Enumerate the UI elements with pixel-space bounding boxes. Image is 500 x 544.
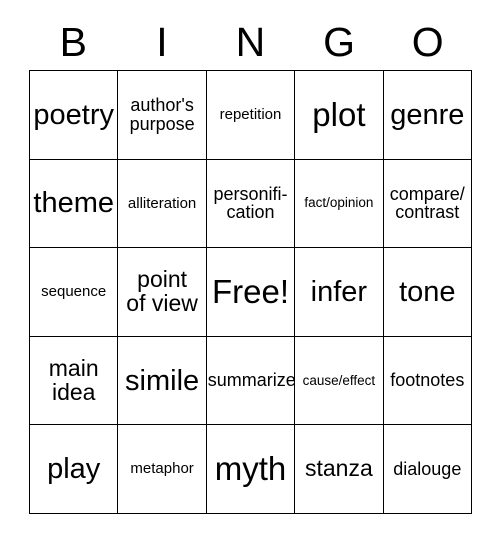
bingo-cell-r1c5[interactable]: genre: [383, 71, 472, 160]
bingo-cell-r4c4[interactable]: cause/effect: [295, 336, 384, 426]
bingo-cell-r3c4[interactable]: infer: [295, 248, 384, 337]
bingo-cell-r4c3[interactable]: summarize: [206, 336, 296, 426]
bingo-cell-r5c2[interactable]: metaphor: [118, 425, 207, 514]
bingo-grid: poetry author's purpose repetition plot …: [29, 70, 472, 514]
bingo-header-row: B I N G O: [29, 14, 472, 70]
bingo-header-letter-g: G: [323, 18, 356, 65]
bingo-cell-label: plot: [312, 95, 366, 133]
bingo-cell-r1c1[interactable]: poetry: [30, 71, 119, 160]
bingo-cell-r1c3[interactable]: repetition: [206, 71, 296, 160]
bingo-cell-label: genre: [390, 98, 465, 131]
bingo-cell-label: cause/effect: [302, 372, 376, 388]
bingo-cell-r3c1[interactable]: sequence: [30, 248, 119, 337]
bingo-cell-label: stanza: [305, 455, 373, 482]
bingo-cell-r2c1[interactable]: theme: [30, 159, 119, 249]
bingo-cell-r5c5[interactable]: dialouge: [383, 425, 472, 514]
bingo-cell-r2c5[interactable]: compare/ contrast: [383, 159, 472, 249]
bingo-cell-label: summarize: [207, 370, 296, 391]
bingo-cell-label: sequence: [41, 283, 107, 301]
bingo-cell-label: alliteration: [127, 194, 197, 212]
bingo-cell-label: infer: [310, 275, 368, 308]
bingo-cell-r1c2[interactable]: author's purpose: [118, 71, 207, 160]
bingo-header-letter-o: O: [411, 18, 444, 65]
bingo-cell-label: poetry: [33, 98, 114, 131]
bingo-cell-r2c4[interactable]: fact/opinion: [295, 159, 384, 249]
bingo-header-letter-i: I: [156, 18, 168, 65]
bingo-cell-free-space[interactable]: Free!: [206, 248, 296, 337]
bingo-card: B I N G O poetry author's purpose repeti…: [0, 0, 500, 544]
bingo-cell-label: Free!: [211, 272, 289, 310]
bingo-cell-label: footnotes: [390, 370, 465, 391]
bingo-cell-label: author's purpose: [129, 95, 195, 134]
bingo-cell-r5c3[interactable]: myth: [206, 425, 296, 514]
bingo-cell-label: play: [47, 453, 101, 486]
bingo-header-letter-n: N: [235, 18, 266, 65]
bingo-cell-r5c4[interactable]: stanza: [295, 425, 384, 514]
bingo-cell-r2c3[interactable]: personifi- cation: [206, 159, 296, 249]
bingo-cell-label: personifi- cation: [213, 183, 288, 223]
bingo-cell-r4c5[interactable]: footnotes: [383, 336, 472, 426]
bingo-cell-label: simile: [125, 364, 200, 397]
bingo-cell-r4c2[interactable]: simile: [118, 336, 207, 426]
bingo-cell-r3c5[interactable]: tone: [383, 248, 472, 337]
bingo-header-letter-b: B: [59, 18, 87, 65]
bingo-cell-r4c1[interactable]: main idea: [30, 336, 119, 426]
bingo-cell-r5c1[interactable]: play: [30, 425, 119, 514]
bingo-cell-r2c2[interactable]: alliteration: [118, 159, 207, 249]
bingo-cell-label: compare/ contrast: [389, 183, 465, 223]
bingo-cell-r3c2[interactable]: point of view: [118, 248, 207, 337]
bingo-cell-label: tone: [399, 275, 456, 308]
bingo-cell-label: fact/opinion: [304, 195, 374, 211]
bingo-cell-label: main idea: [48, 354, 99, 405]
bingo-cell-label: metaphor: [130, 460, 194, 478]
bingo-cell-label: dialouge: [393, 458, 462, 479]
bingo-cell-r1c4[interactable]: plot: [295, 71, 384, 160]
bingo-cell-label: repetition: [219, 106, 282, 123]
bingo-cell-label: point of view: [126, 266, 198, 316]
bingo-cell-label: myth: [214, 450, 287, 488]
bingo-cell-label: theme: [33, 187, 114, 220]
